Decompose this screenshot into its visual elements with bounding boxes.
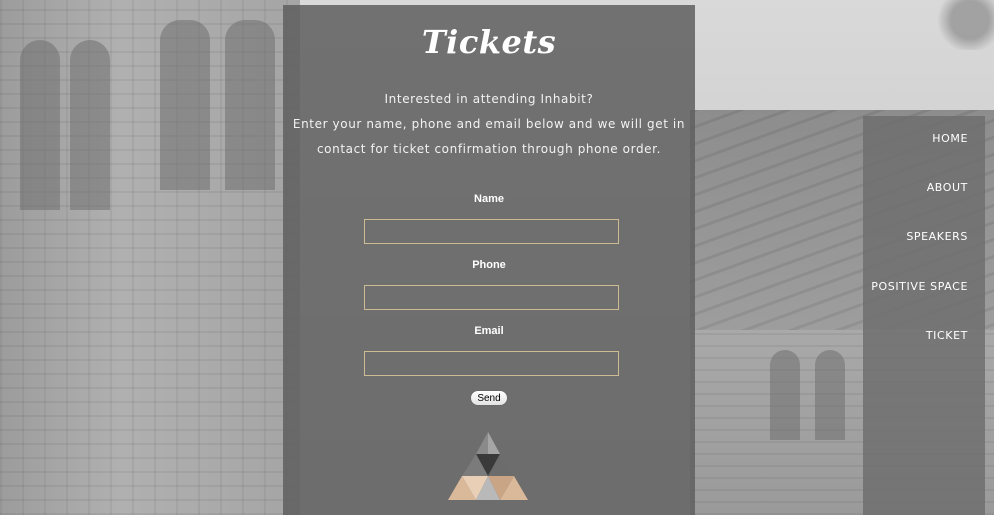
page-title: Tickets (421, 23, 557, 61)
intro-line: Enter your name, phone and email below a… (292, 117, 686, 131)
email-field[interactable] (364, 351, 619, 376)
nav-item-about[interactable]: ABOUT (927, 181, 968, 194)
phone-label: Phone (472, 259, 506, 271)
triangle-logo-icon (448, 432, 528, 500)
intro-line: contact for ticket confirmation through … (316, 142, 661, 156)
nav-item-home[interactable]: HOME (932, 132, 968, 145)
name-label: Name (474, 193, 504, 205)
nav-item-positive-space[interactable]: POSITIVE SPACE (871, 280, 968, 293)
intro-line: Interested in attending Inhabit? (384, 92, 594, 106)
email-label: Email (474, 325, 504, 337)
send-button[interactable]: Send (470, 390, 508, 406)
nav-item-speakers[interactable]: SPEAKERS (906, 230, 968, 243)
main-nav: HOME ABOUT SPEAKERS POSITIVE SPACE TICKE… (863, 116, 985, 515)
ticket-panel: Tickets Interested in attending Inhabit?… (283, 5, 695, 515)
nav-item-ticket[interactable]: TICKET (926, 329, 968, 342)
phone-field[interactable] (364, 285, 619, 310)
intro-text: Interested in attending Inhabit? Enter y… (283, 87, 695, 162)
name-field[interactable] (364, 219, 619, 244)
